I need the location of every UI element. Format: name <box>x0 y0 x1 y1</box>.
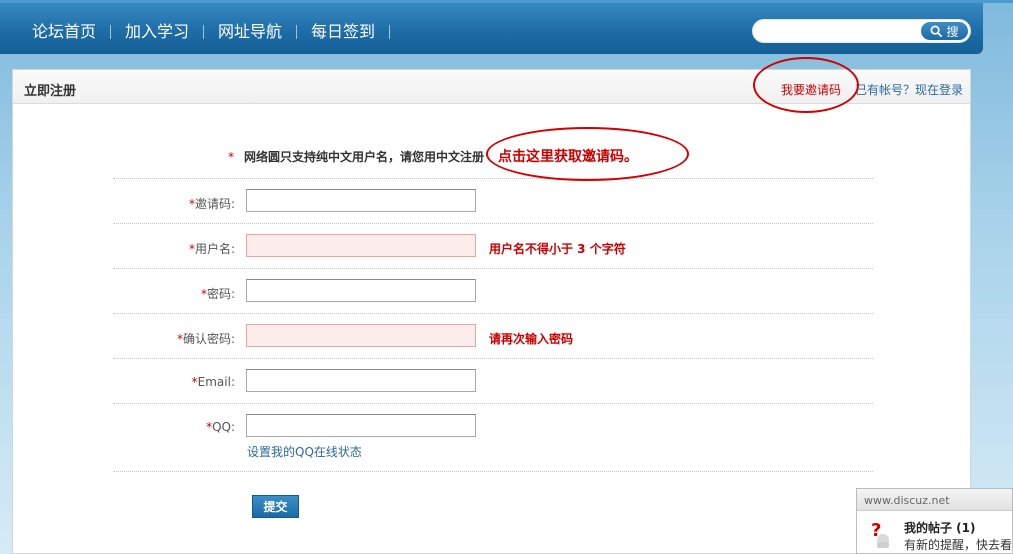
invite-code-input[interactable] <box>246 189 476 212</box>
row-divider <box>113 178 873 179</box>
main-nav: 论坛首页 加入学习 网址导航 每日签到 <box>18 20 391 44</box>
nav-item-forum-home[interactable]: 论坛首页 <box>18 20 110 44</box>
svg-text:?: ? <box>871 520 881 541</box>
get-invite-code-link[interactable]: 我要邀请码 <box>781 81 841 98</box>
search-button[interactable]: 搜 <box>920 21 969 41</box>
password-input[interactable] <box>246 279 476 302</box>
invite-code-label: *邀请码: <box>188 197 235 211</box>
panel-header: 立即注册 我要邀请码 已有帐号？现在登录 <box>13 70 970 104</box>
search-button-label: 搜 <box>946 24 959 39</box>
question-person-icon: ? <box>871 520 889 548</box>
nav-item-site-directory[interactable]: 网址导航 <box>204 20 296 44</box>
search-box: 搜 <box>752 19 971 43</box>
notification-popup[interactable]: www.discuz.net ? 我的帖子 (1) 有新的提醒，快去看看 <box>856 488 1013 554</box>
nav-item-join-study[interactable]: 加入学习 <box>111 20 203 44</box>
email-input[interactable] <box>246 369 476 392</box>
popup-site: www.discuz.net <box>857 489 1012 511</box>
qq-online-status-link[interactable]: 设置我的QQ在线状态 <box>247 443 362 460</box>
username-label: *用户名: <box>188 242 235 256</box>
submit-button[interactable]: 提交 <box>252 495 299 518</box>
qq-input[interactable] <box>246 414 476 437</box>
nav-item-daily-checkin[interactable]: 每日签到 <box>297 20 389 44</box>
required-star: * <box>228 150 234 164</box>
magnifier-icon <box>931 25 943 37</box>
email-label: *Email: <box>191 375 235 389</box>
login-link[interactable]: 已有帐号？现在登录 <box>855 81 963 98</box>
confirm-password-label: *确认密码: <box>176 332 235 346</box>
popup-title: 我的帖子 (1) <box>904 521 976 535</box>
qq-label: *QQ: <box>206 420 235 434</box>
password-label: *密码: <box>200 287 235 301</box>
row-divider <box>113 223 873 224</box>
confirm-password-input[interactable] <box>246 324 476 347</box>
top-accent-line <box>0 0 1013 3</box>
row-divider <box>113 268 873 269</box>
register-panel: 立即注册 我要邀请码 已有帐号？现在登录 * 网络圆只支持纯中文用户名，请您用中文… <box>12 69 971 554</box>
row-divider <box>113 471 873 472</box>
page-title: 立即注册 <box>24 84 77 99</box>
popup-text: 有新的提醒，快去看看 <box>904 538 1012 552</box>
nav-separator <box>389 25 391 39</box>
confirm-password-error-tip: 请再次输入密码 <box>489 332 574 346</box>
username-notice: * 网络圆只支持纯中文用户名，请您用中文注册 <box>228 148 484 165</box>
username-error-tip: 用户名不得小于 3 个字符 <box>489 242 626 256</box>
search-input[interactable] <box>763 23 913 39</box>
row-divider <box>113 313 873 314</box>
invite-code-callout: 点击这里获取邀请码。 <box>498 149 638 165</box>
notice-text: 网络圆只支持纯中文用户名，请您用中文注册 <box>244 150 485 164</box>
username-input[interactable] <box>246 234 476 257</box>
row-divider <box>113 358 873 359</box>
row-divider <box>113 403 873 404</box>
top-navigation-bar: 论坛首页 加入学习 网址导航 每日签到 搜 <box>0 0 983 54</box>
